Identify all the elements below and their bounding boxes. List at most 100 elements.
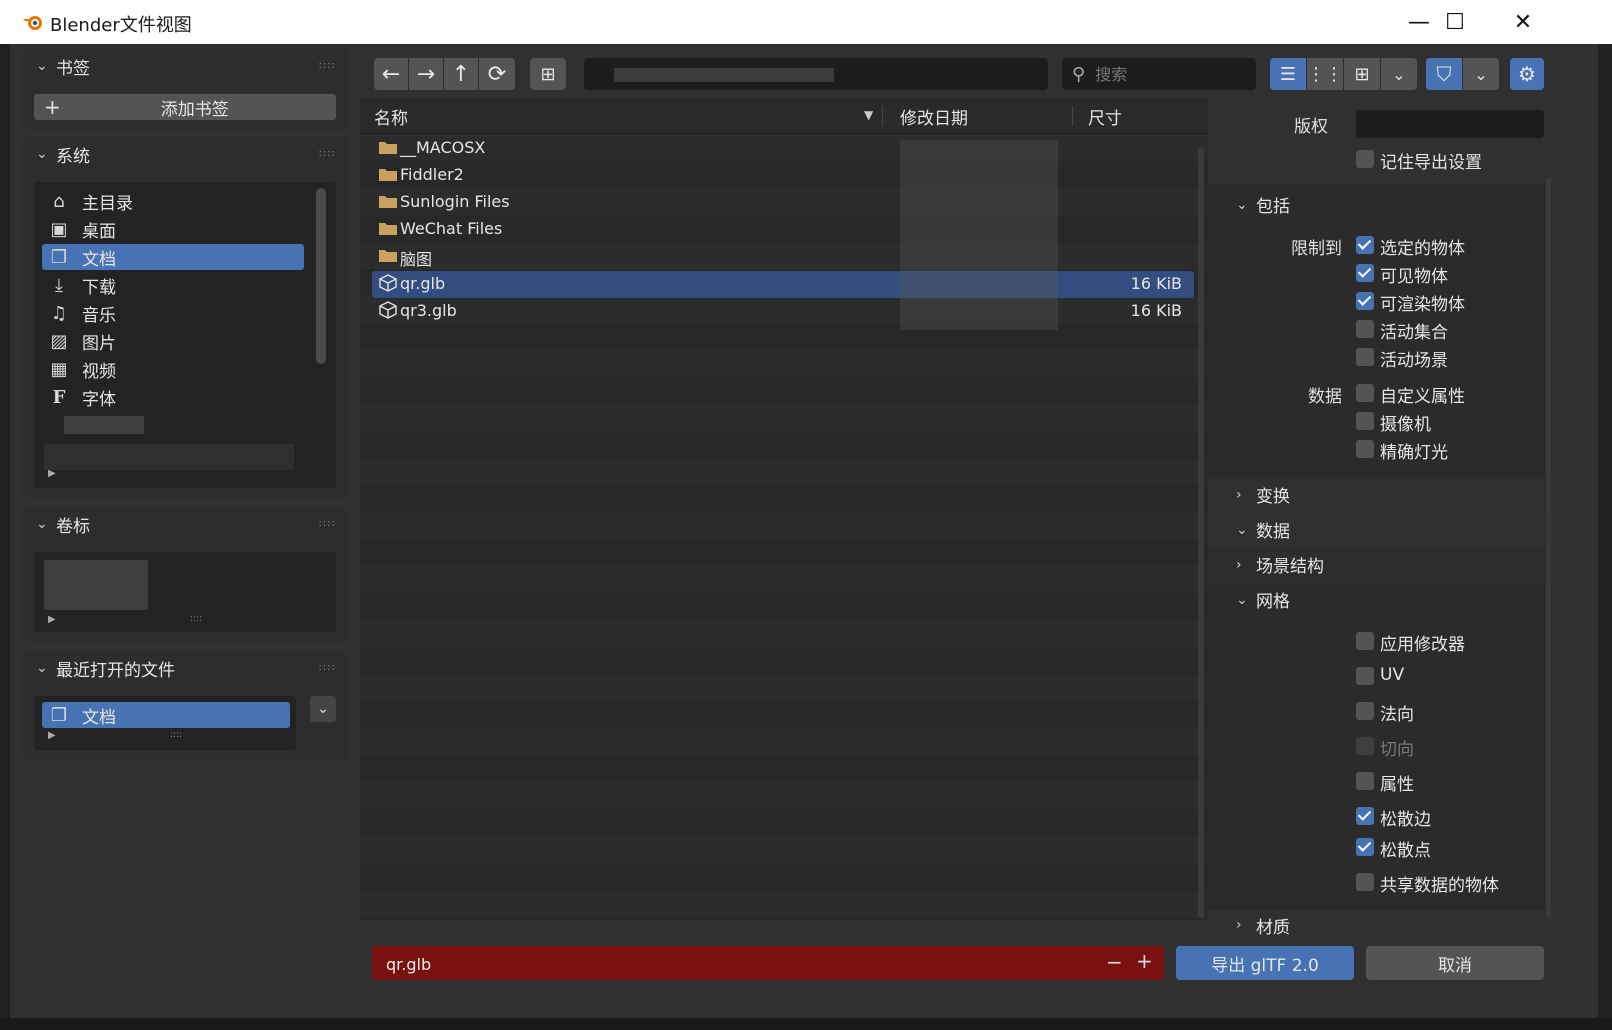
sidebar-item-label: 图片	[82, 333, 116, 354]
renderable-objects-checkbox[interactable]	[1356, 292, 1374, 310]
custom-properties-checkbox[interactable]	[1356, 384, 1374, 402]
column-header-name[interactable]: 名称	[374, 98, 408, 134]
punctual-lights-checkbox[interactable]	[1356, 440, 1374, 458]
column-divider[interactable]	[1072, 106, 1073, 126]
folder-icon	[379, 142, 397, 154]
thumbnail-view-button[interactable]: ⊞	[1344, 58, 1380, 90]
volumes-header[interactable]: ⌄ 卷标	[22, 506, 348, 542]
cameras-checkbox[interactable]	[1356, 412, 1374, 430]
system-title: 系统	[56, 146, 90, 167]
column-header-size[interactable]: 尺寸	[1088, 98, 1122, 134]
visible-objects-checkbox[interactable]	[1356, 264, 1374, 282]
directory-path-field[interactable]	[584, 58, 1048, 90]
sidebar-item-downloads[interactable]: ⤓ 下载	[42, 272, 304, 298]
table-row[interactable]: WeChat Files	[360, 216, 1208, 243]
expand-triangle-icon[interactable]: ▶	[48, 730, 56, 741]
scrollbar[interactable]	[1198, 148, 1204, 918]
recent-dropdown-button[interactable]: ⌄	[310, 696, 336, 722]
remember-settings-checkbox[interactable]	[1356, 150, 1374, 168]
table-row[interactable]: qr3.glb 16 KiB	[360, 298, 1208, 325]
copyright-input[interactable]	[1356, 110, 1544, 138]
column-divider[interactable]	[882, 106, 883, 126]
display-options-dropdown[interactable]: ⌄	[1381, 58, 1417, 90]
list-view-icon: ☰	[1279, 63, 1297, 85]
sidebar-item-label: 音乐	[82, 305, 116, 326]
selected-objects-checkbox[interactable]	[1356, 236, 1374, 254]
drag-handle-icon[interactable]: ::::	[319, 518, 336, 529]
recent-header[interactable]: ⌄ 最近打开的文件	[22, 650, 348, 686]
table-row[interactable]: 脑图	[360, 243, 1208, 270]
drag-handle-icon[interactable]: ::::	[319, 60, 336, 71]
drag-handle-icon[interactable]: ::::	[170, 730, 182, 740]
attributes-checkbox[interactable]	[1356, 772, 1374, 790]
table-row[interactable]: __MACOSX	[360, 135, 1208, 162]
bookmarks-title: 书签	[56, 58, 90, 79]
settings-toggle-button[interactable]: ⚙	[1510, 58, 1544, 90]
expand-triangle-icon[interactable]: ▶	[48, 468, 56, 479]
data-section-header[interactable]: ⌄ 数据	[1236, 517, 1290, 543]
active-collection-checkbox[interactable]	[1356, 320, 1374, 338]
scene-graph-section-header[interactable]: › 场景结构	[1236, 552, 1324, 578]
transform-section-header[interactable]: › 变换	[1236, 482, 1290, 508]
back-button[interactable]: ←	[374, 58, 408, 90]
title-bar: Blender文件视图 — ☐ ✕	[0, 0, 1612, 44]
sidebar-item-fonts[interactable]: F 字体	[42, 384, 304, 410]
system-header[interactable]: ⌄ 系统	[22, 136, 348, 172]
sidebar-item-label: 文档	[82, 249, 116, 270]
loose-points-checkbox[interactable]	[1356, 838, 1374, 856]
mesh-cube-icon	[379, 274, 397, 292]
new-folder-button[interactable]: ⊞	[530, 58, 566, 90]
search-input[interactable]	[1093, 63, 1238, 85]
file-name: Sunlogin Files	[400, 192, 510, 211]
shared-data-objects-checkbox[interactable]	[1356, 873, 1374, 891]
active-scene-checkbox[interactable]	[1356, 348, 1374, 366]
export-settings-panel: 版权 记住导出设置 ⌄ 包括 限制到 选定的物体 可见物体 可渲染物体 活动集合…	[1208, 98, 1552, 935]
forward-button[interactable]: →	[409, 58, 443, 90]
uv-label: UV	[1380, 665, 1405, 685]
sidebar-item-documents[interactable]: ❐ 文档	[42, 244, 304, 270]
filter-options-dropdown[interactable]: ⌄	[1463, 58, 1499, 90]
sidebar-item-home[interactable]: ⌂ 主目录	[42, 188, 304, 214]
recent-item-documents[interactable]: ❐ 文档	[42, 702, 290, 728]
include-section-header[interactable]: ⌄ 包括	[1236, 192, 1290, 218]
increment-filename-button[interactable]: +	[1136, 949, 1153, 973]
bookmarks-header[interactable]: ⌄ 书签	[22, 48, 348, 84]
scrollbar[interactable]	[1546, 178, 1551, 918]
mesh-section-header[interactable]: ⌄ 网格	[1236, 587, 1290, 613]
uv-checkbox[interactable]	[1356, 667, 1374, 685]
drag-handle-icon[interactable]: ::::	[319, 148, 336, 159]
maximize-button[interactable]: ☐	[1420, 0, 1490, 44]
apply-modifiers-checkbox[interactable]	[1356, 632, 1374, 650]
close-button[interactable]: ✕	[1488, 0, 1558, 44]
cancel-button[interactable]: 取消	[1366, 946, 1544, 980]
sidebar-item-videos[interactable]: ▦ 视频	[42, 356, 304, 382]
drag-handle-icon[interactable]: ::::	[190, 614, 202, 624]
sidebar-item-music[interactable]: ♫ 音乐	[42, 300, 304, 326]
expand-triangle-icon[interactable]: ▶	[48, 614, 56, 625]
normals-checkbox[interactable]	[1356, 702, 1374, 720]
drag-handle-icon[interactable]: ::::	[319, 662, 336, 673]
parent-directory-button[interactable]: ↑	[444, 58, 478, 90]
column-header-date[interactable]: 修改日期	[900, 98, 968, 134]
filter-toggle-button[interactable]: ⛉	[1426, 58, 1462, 90]
decrement-filename-button[interactable]: −	[1106, 950, 1123, 974]
horizontal-list-view-button[interactable]: ⋮⋮	[1307, 58, 1343, 90]
refresh-button[interactable]: ⟳	[479, 58, 515, 90]
include-section-title: 包括	[1256, 197, 1290, 217]
sort-descending-icon[interactable]: ▼	[864, 108, 873, 122]
filename-field[interactable]: − +	[372, 946, 1164, 980]
table-row-selected[interactable]: qr.glb 16 KiB	[372, 271, 1194, 298]
table-row[interactable]: Sunlogin Files	[360, 189, 1208, 216]
sidebar-item-desktop[interactable]: ▣ 桌面	[42, 216, 304, 242]
add-bookmark-button[interactable]: + 添加书签	[34, 94, 336, 120]
export-gltf-button[interactable]: 导出 glTF 2.0	[1176, 946, 1354, 980]
material-section-header[interactable]: › 材质	[1236, 915, 1290, 935]
vertical-list-view-button[interactable]: ☰	[1270, 58, 1306, 90]
loose-edges-checkbox[interactable]	[1356, 807, 1374, 825]
scrollbar[interactable]	[316, 188, 326, 364]
filename-input[interactable]	[384, 950, 1088, 978]
table-row[interactable]: Fiddler2	[360, 162, 1208, 189]
search-field[interactable]: ⚲	[1062, 58, 1256, 90]
sidebar-item-pictures[interactable]: ▨ 图片	[42, 328, 304, 354]
tangents-checkbox[interactable]	[1356, 737, 1374, 755]
